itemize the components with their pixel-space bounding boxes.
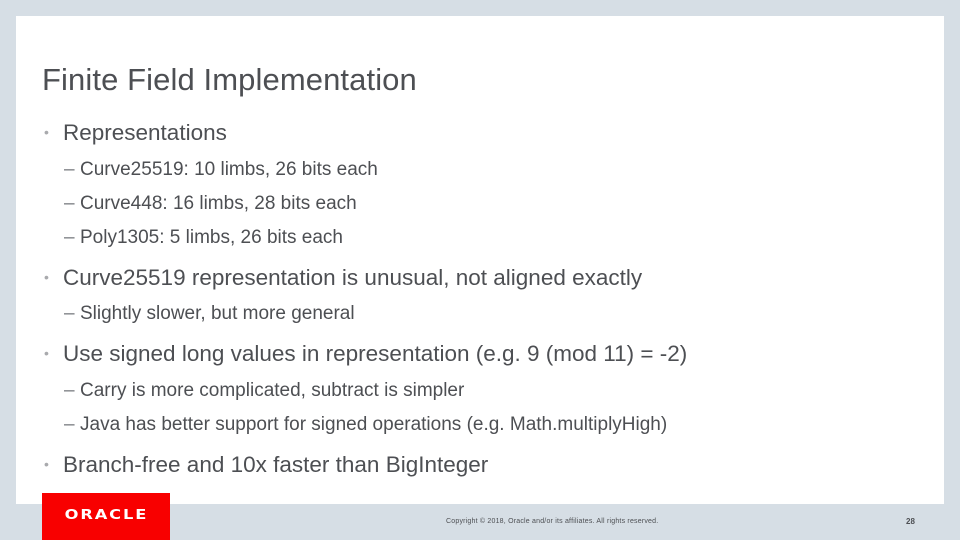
bullet-item: • Use signed long values in representatio… [42,341,687,367]
bullet-text: Representations [63,120,227,145]
bullet-text: Curve25519 representation is unusual, no… [63,265,643,290]
sub-bullet-text: Curve448: 16 limbs, 28 bits each [80,193,357,214]
dash-icon: – [64,159,75,180]
sub-bullet-text: Slightly slower, but more general [80,303,355,324]
bullet-text: Branch-free and 10x faster than BigInteg… [63,452,489,477]
bullet-text: Use signed long values in representation… [63,341,688,366]
dash-icon: – [64,303,75,324]
slide-title: Finite Field Implementation [42,62,417,97]
bullet-dot-icon: • [44,269,49,285]
sub-bullet-item: – Slightly slower, but more general [64,303,355,325]
sub-bullet-item: – Poly1305: 5 limbs, 26 bits each [64,227,343,249]
sub-bullet-text: Poly1305: 5 limbs, 26 bits each [80,227,343,248]
oracle-logo: ORACLE [42,493,170,540]
bullet-dot-icon: • [44,345,49,361]
sub-bullet-text: Curve25519: 10 limbs, 26 bits each [80,159,378,180]
bullet-item: • Representations [42,120,227,146]
sub-bullet-item: – Carry is more complicated, subtract is … [64,380,464,402]
sub-bullet-item: – Curve25519: 10 limbs, 26 bits each [64,159,378,181]
dash-icon: – [64,380,75,401]
bullet-item: • Curve25519 representation is unusual, n… [42,265,642,291]
bullet-dot-icon: • [44,124,49,140]
dash-icon: – [64,193,75,214]
copyright-notice: Copyright © 2018, Oracle and/or its affi… [446,518,659,525]
bullet-dot-icon: • [44,456,49,472]
oracle-logo-text: ORACLE [64,508,148,523]
dash-icon: – [64,227,75,248]
sub-bullet-item: – Curve448: 16 limbs, 28 bits each [64,193,357,215]
dash-icon: – [64,414,75,435]
sub-bullet-item: – Java has better support for signed oper… [64,414,667,436]
sub-bullet-text: Java has better support for signed opera… [80,414,668,435]
page-number: 28 [906,517,915,526]
sub-bullet-text: Carry is more complicated, subtract is s… [80,380,465,401]
bullet-item: • Branch-free and 10x faster than BigInte… [42,452,488,478]
